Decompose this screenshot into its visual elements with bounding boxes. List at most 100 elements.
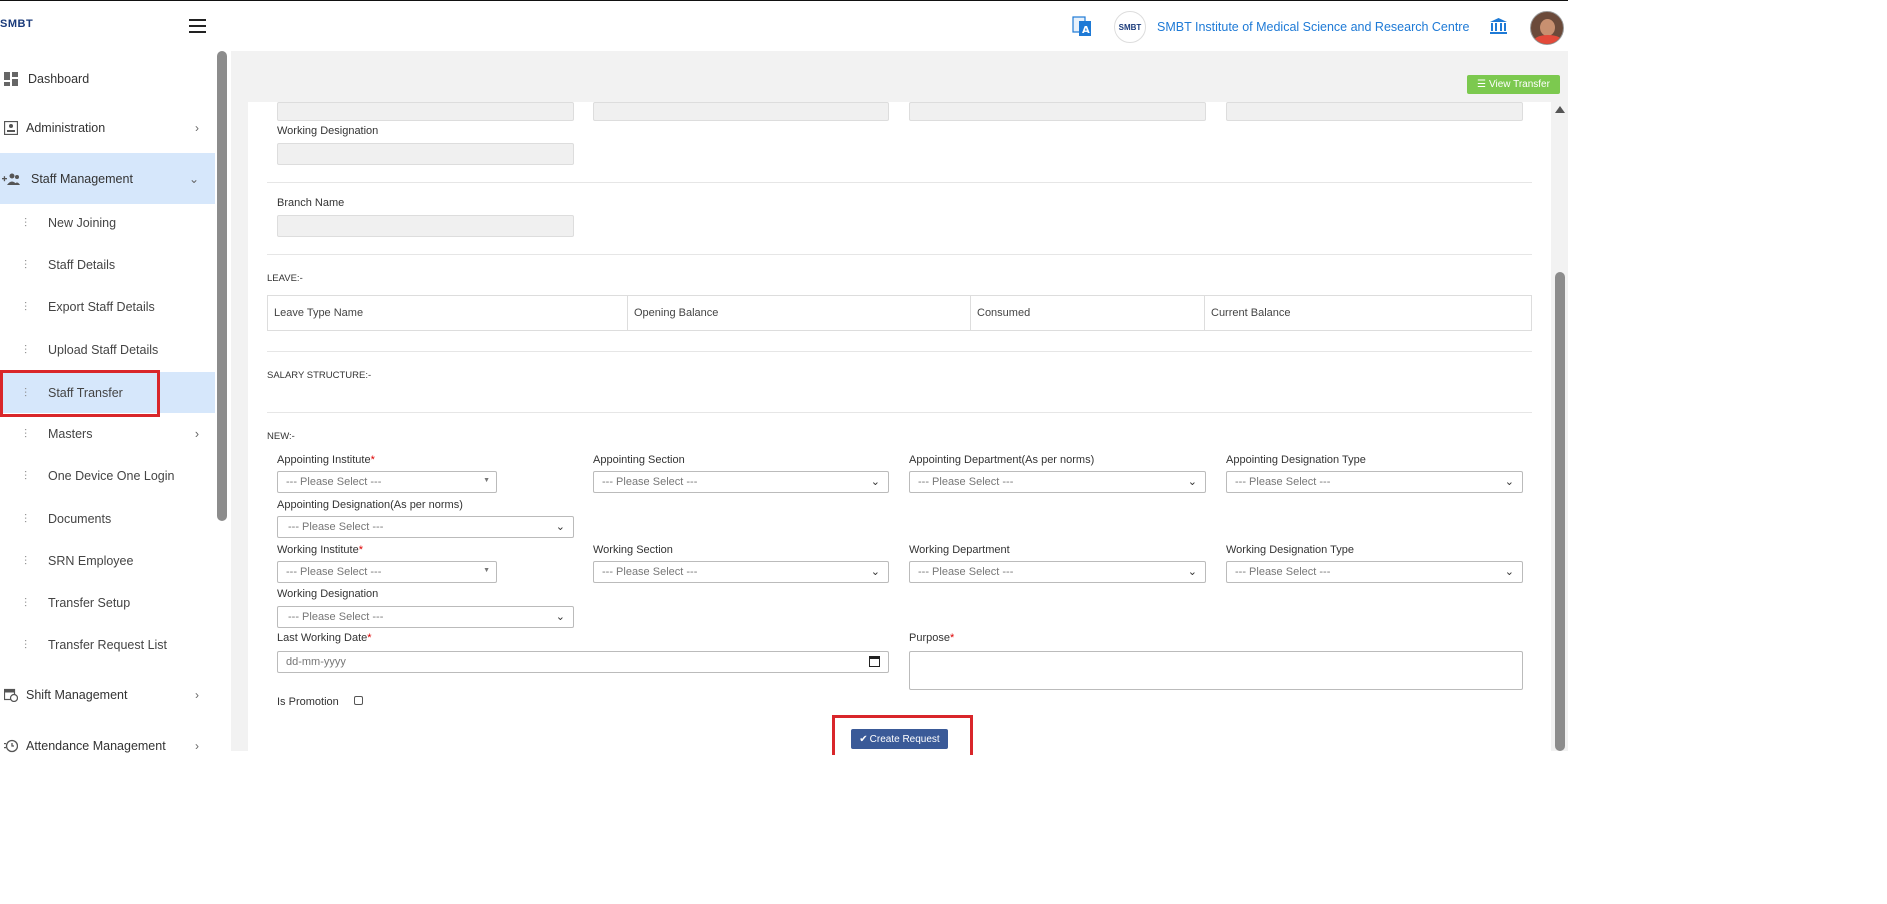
chevron-right-icon: › [195,739,199,753]
appointing-institute-label: Appointing Institute* [277,454,375,466]
sub-item-label: One Device One Login [48,469,175,483]
leave-col-current: Current Balance [1211,307,1291,319]
sliders-icon: ⫶ [24,427,28,441]
hamburger-menu-icon[interactable] [189,19,206,33]
working-designation-type-select[interactable]: --- Please Select --- ⌄ [1226,561,1523,583]
top-header: SMBT A SMBT SMBT Institute of Medical Sc… [0,0,1568,51]
appointing-department-select[interactable]: --- Please Select --- ⌄ [909,471,1206,493]
sidebar-scrollbar[interactable] [217,51,227,521]
is-promotion-label: Is Promotion [277,696,339,708]
view-transfer-button[interactable]: ☰ View Transfer [1467,75,1560,94]
caret-down-icon: ▼ [483,477,490,484]
leave-col-type: Leave Type Name [268,296,628,330]
clock-icon [4,739,18,753]
sidebar-sub-upload-staff-details[interactable]: ⫶ Upload Staff Details [0,336,215,364]
sidebar-item-label: Dashboard [28,72,90,86]
institution-icon[interactable] [1489,17,1508,35]
id-card-icon [4,121,18,135]
appointing-designation-select[interactable]: --- Please Select --- ⌄ [277,516,574,538]
sidebar-item-administration[interactable]: Administration › [0,113,215,143]
appointing-institute-select[interactable]: --- Please Select --- ▼ [277,471,497,493]
working-institute-select[interactable]: --- Please Select --- ▼ [277,561,497,583]
readonly-field [277,102,574,121]
sidebar-item-label: Administration [26,121,106,135]
chevron-down-icon: ⌄ [555,521,565,533]
svg-text:A: A [1082,25,1090,36]
sidebar-sub-transfer-request-list[interactable]: ⫶ Transfer Request List [0,631,215,659]
chevron-down-icon: ⌄ [1504,476,1514,488]
sub-item-label: Transfer Setup [48,596,131,610]
sub-item-label: Masters [48,427,93,441]
sliders-icon: ⫶ [24,554,28,568]
main-scrollbar[interactable] [1555,272,1565,751]
sidebar-item-attendance-management[interactable]: Attendance Management › [0,731,215,761]
chevron-right-icon: › [195,121,199,135]
institute-logo: SMBT [1114,11,1146,43]
leave-section-title: LEAVE:- [267,273,303,284]
sidebar-sub-export-staff-details[interactable]: ⫶ Export Staff Details [0,293,215,321]
readonly-field [909,102,1206,121]
chevron-right-icon: › [194,427,199,441]
leave-table: Leave Type Name Opening Balance Consumed… [267,295,1532,331]
calendar-clock-icon [4,688,18,702]
sidebar-sub-documents[interactable]: ⫶ Documents [0,505,215,533]
sliders-icon: ⫶ [24,596,28,610]
sidebar-item-dashboard[interactable]: Dashboard [0,64,215,94]
chevron-down-icon: ⌄ [555,611,565,623]
readonly-field [1226,102,1523,121]
sidebar-sub-one-device-one-login[interactable]: ⫶ One Device One Login [0,462,215,490]
sliders-icon: ⫶ [24,469,28,483]
translate-icon[interactable]: A [1072,16,1092,37]
salary-section-title: SALARY STRUCTURE:- [267,370,372,381]
working-institute-label: Working Institute* [277,544,364,556]
sliders-icon: ⫶ [24,638,28,652]
calendar-icon[interactable] [869,656,880,667]
appointing-designation-type-select[interactable]: --- Please Select --- ⌄ [1226,471,1523,493]
branch-name-readonly [277,215,574,237]
sidebar-item-staff-management[interactable]: Staff Management ⌄ [0,153,215,204]
sub-item-label: Export Staff Details [48,300,155,314]
sub-item-label: Upload Staff Details [48,343,159,357]
new-section-title: NEW:- [267,431,295,442]
working-department-select[interactable]: --- Please Select --- ⌄ [909,561,1206,583]
chevron-down-icon: ⌄ [188,171,199,186]
sidebar-sub-transfer-setup[interactable]: ⫶ Transfer Setup [0,589,215,617]
sidebar-item-label: Shift Management [26,688,128,702]
dashboard-icon [4,72,18,86]
is-promotion-checkbox[interactable] [354,696,363,705]
sidebar-item-shift-management[interactable]: Shift Management › [0,680,215,710]
caret-down-icon: ▼ [483,567,490,574]
chevron-down-icon: ⌄ [1187,566,1197,578]
sliders-icon: ⫶ [24,258,28,272]
working-department-label: Working Department [909,544,1010,556]
working-section-select[interactable]: --- Please Select --- ⌄ [593,561,889,583]
users-icon [2,173,20,185]
sidebar-sub-new-joining[interactable]: ⫶ New Joining [0,209,215,237]
sidebar-sub-masters[interactable]: ⫶ Masters › [0,420,215,448]
working-designation-select[interactable]: --- Please Select --- ⌄ [277,606,574,628]
sub-item-label: Documents [48,512,112,526]
sub-item-label: SRN Employee [48,554,134,568]
scroll-up-arrow-icon[interactable] [1555,106,1565,113]
appointing-designation-type-label: Appointing Designation Type [1226,454,1366,466]
list-icon: ☰ [1477,79,1486,90]
purpose-textarea[interactable] [909,651,1523,690]
highlight-staff-transfer [0,370,160,417]
institute-name[interactable]: SMBT Institute of Medical Science and Re… [1157,20,1469,34]
working-section-label: Working Section [593,544,673,556]
sliders-icon: ⫶ [24,512,28,526]
sidebar-sub-srn-employee[interactable]: ⫶ SRN Employee [0,547,215,575]
appointing-section-select[interactable]: --- Please Select --- ⌄ [593,471,889,493]
last-working-date-input[interactable]: dd-mm-yyyy [277,651,889,673]
chevron-right-icon: › [195,688,199,702]
working-designation-type-label: Working Designation Type [1226,544,1354,556]
divider [267,351,1532,352]
brand-logo[interactable]: SMBT [0,18,33,30]
purpose-label: Purpose* [909,632,955,644]
chevron-down-icon: ⌄ [870,476,880,488]
user-avatar[interactable] [1530,11,1564,45]
divider [267,254,1532,255]
readonly-field [593,102,889,121]
sidebar-sub-staff-details[interactable]: ⫶ Staff Details [0,251,215,279]
working-designation-select-label: Working Designation [277,588,379,600]
